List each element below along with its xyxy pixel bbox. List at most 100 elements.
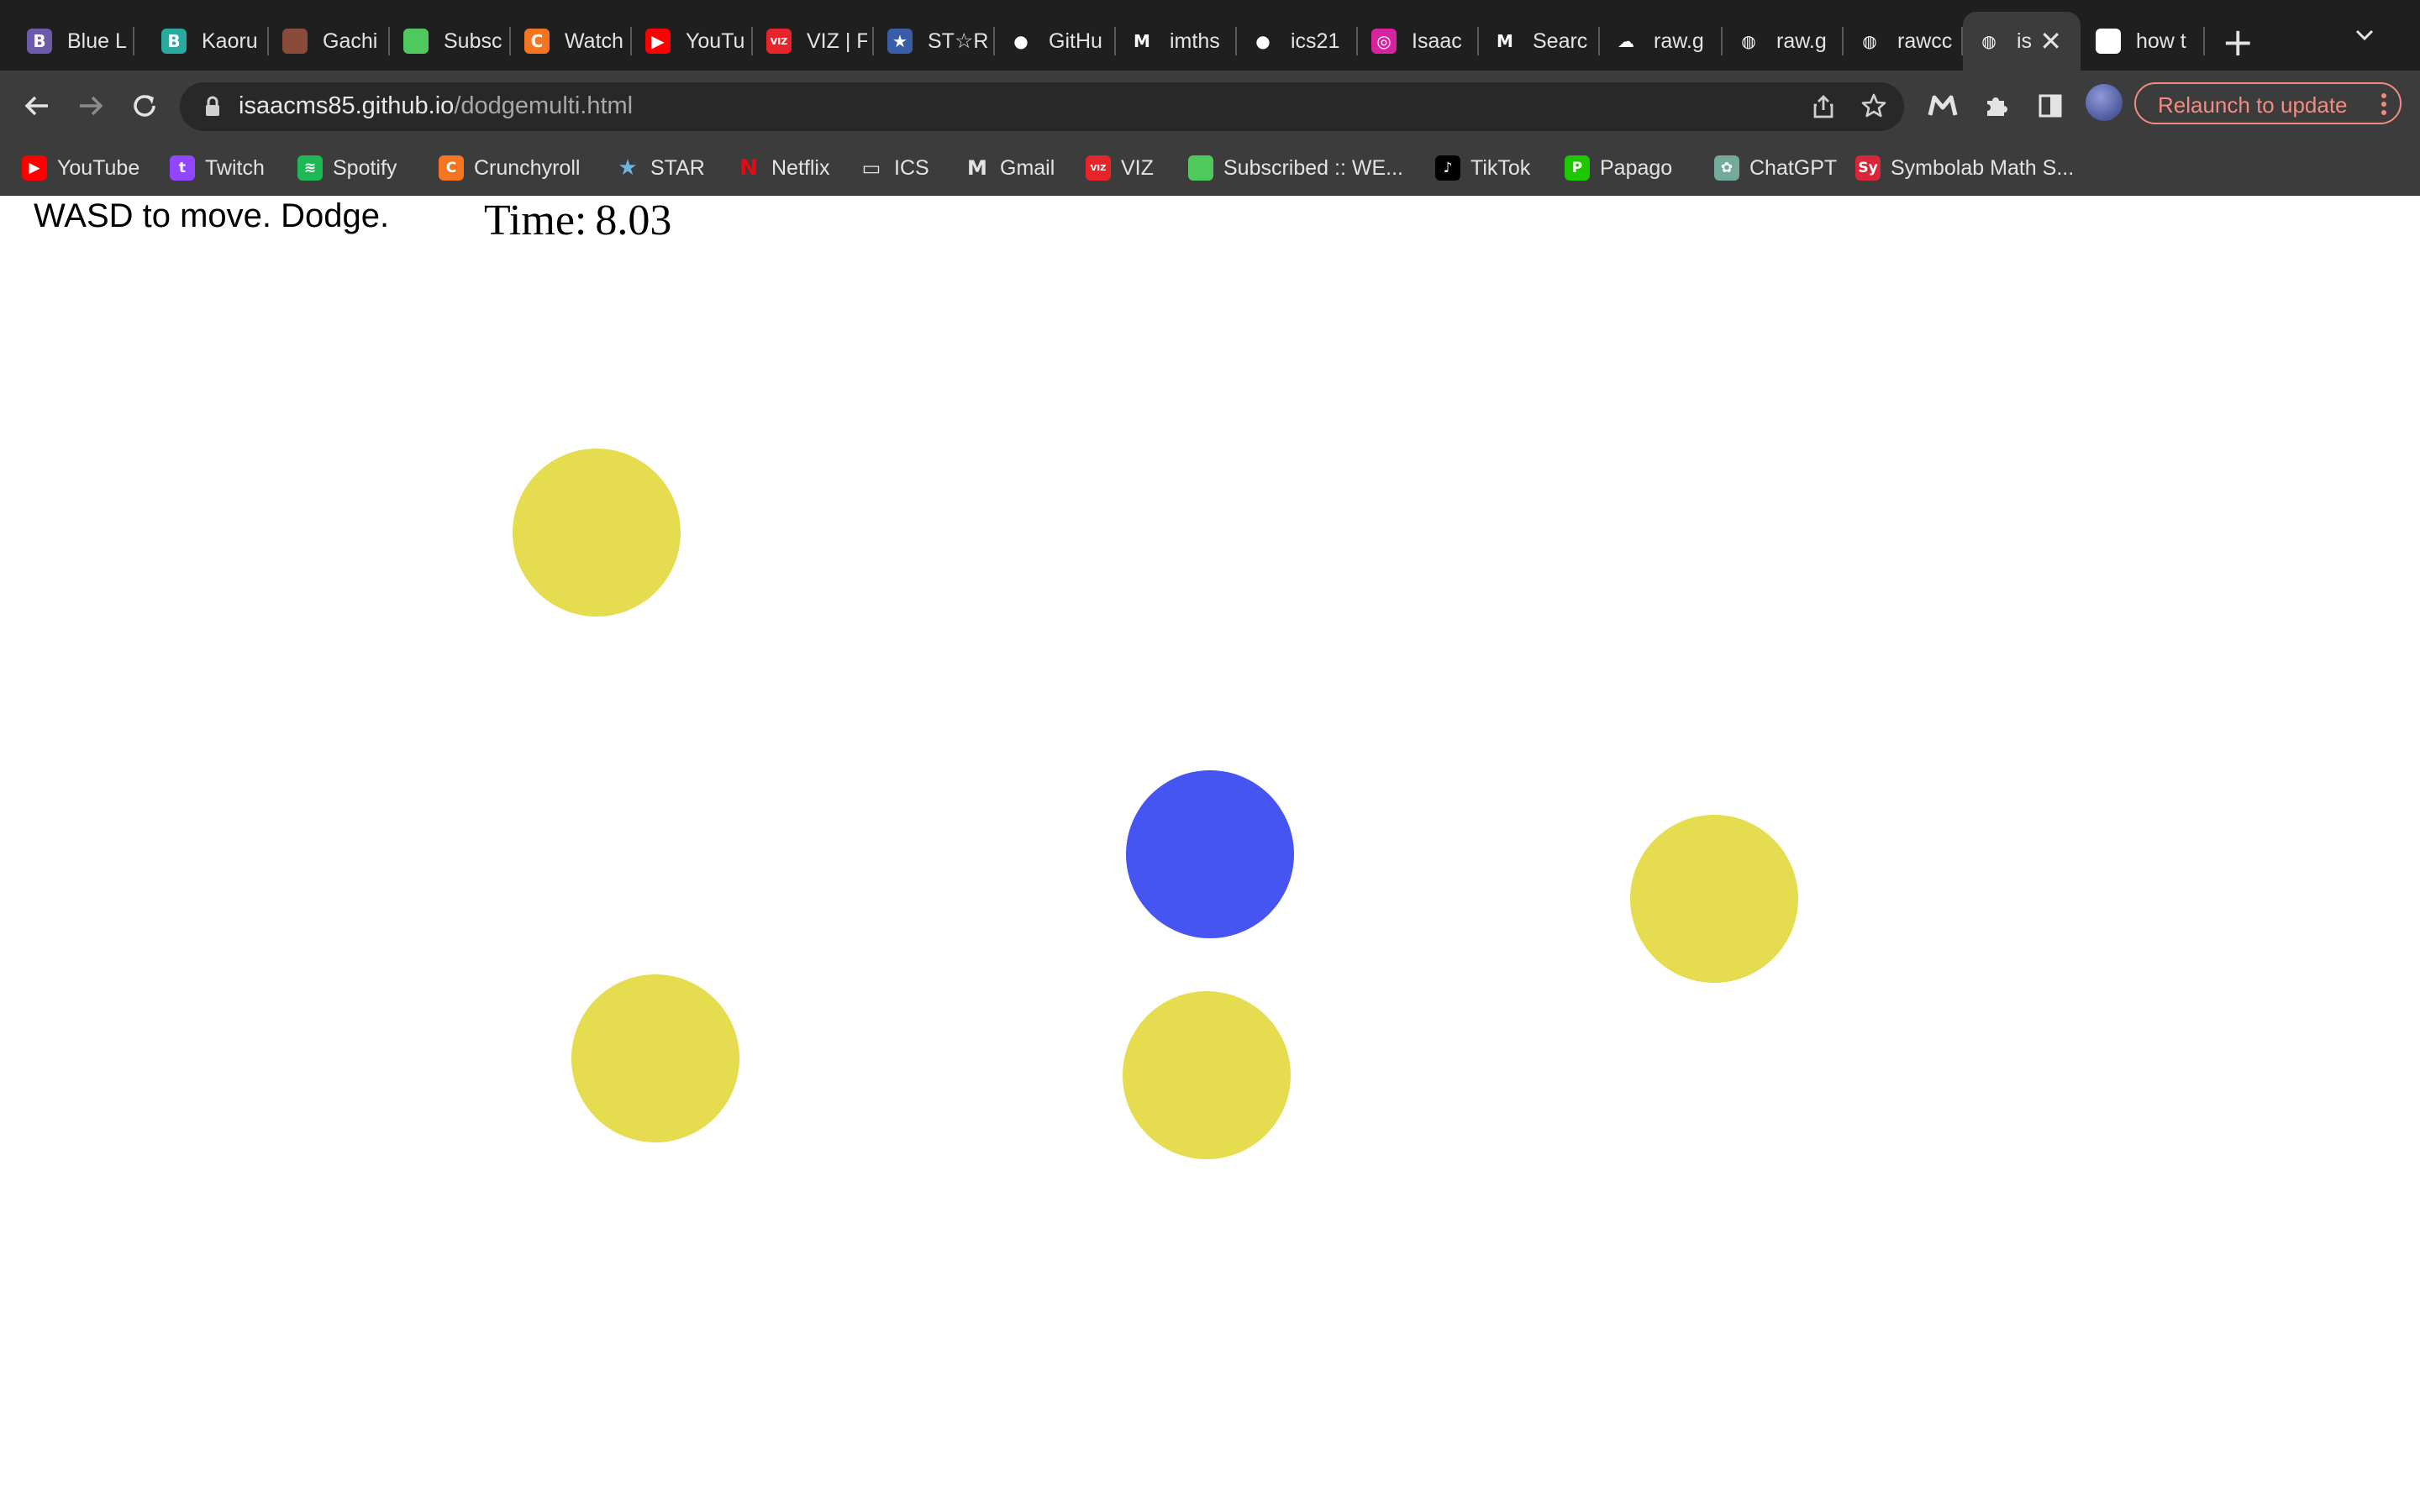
browser-toolbar: isaacms85.github.io/dodgemulti.html — [0, 71, 2420, 141]
globe-icon: ◍ — [1736, 29, 1761, 54]
browser-tab[interactable]: M Searc — [1479, 12, 1600, 71]
crunchyroll-icon: C — [524, 29, 550, 54]
bookmark-label: Netflix — [771, 155, 830, 180]
bookmark-item[interactable]: N Netflix — [736, 153, 829, 183]
address-bar[interactable]: isaacms85.github.io/dodgemulti.html — [180, 82, 1904, 131]
bookmark-item[interactable]: t Twitch — [170, 153, 265, 183]
browser-tab[interactable]: ◍ raw.g — [1723, 12, 1844, 71]
browser-tab[interactable]: Ghow t — [2082, 12, 2205, 71]
bookmark-item[interactable]: C Crunchyroll — [439, 153, 580, 183]
browser-tab[interactable]: Gachi — [269, 12, 390, 71]
tab-strip: + B Blue L B Kaoru Gachi Subsc C Watch ▶ YouTu VIZ… — [0, 0, 2420, 71]
url-path: /dodgemulti.html — [454, 92, 634, 119]
bookmark-item[interactable]: Sy Symbolab Math S... — [1855, 153, 2074, 183]
close-tab-icon[interactable]: ✕ — [2039, 25, 2062, 57]
chatgpt-icon: ✿ — [1714, 155, 1739, 181]
bookmark-item[interactable]: ▶ YouTube — [22, 153, 139, 183]
bookmark-item[interactable]: Subscribed :: WE... — [1188, 153, 1403, 183]
browser-tab[interactable]: ★ ST☆R — [874, 12, 995, 71]
bookmark-item[interactable]: ▭ ICS — [859, 153, 929, 183]
tab-title: Watch — [565, 29, 623, 53]
browser-tab[interactable]: C Watch — [511, 12, 632, 71]
tab-title: Kaoru — [202, 29, 258, 53]
browser-tab[interactable]: ● GitHu — [995, 12, 1116, 71]
youtube-icon: ▶ — [22, 155, 47, 181]
browser-tab[interactable]: B Kaoru — [148, 12, 269, 71]
spotify-icon: ≋ — [297, 155, 323, 181]
forward-button[interactable] — [72, 87, 109, 124]
google-icon: G — [2096, 29, 2121, 54]
side-panel-icon[interactable] — [2032, 87, 2069, 124]
gmail-icon: M — [1492, 29, 1518, 54]
bookmark-item[interactable]: ★ STAR — [615, 153, 705, 183]
tab-title: YouTu — [686, 29, 745, 53]
tab-title: Subsc — [444, 29, 502, 53]
bookmark-label: ICS — [894, 155, 929, 180]
enemy-ball — [571, 974, 739, 1142]
blue-lock-icon: B — [27, 29, 52, 54]
github-icon: ● — [1250, 29, 1276, 54]
kebab-menu-icon[interactable] — [2380, 91, 2388, 122]
browser-tab[interactable]: ◍ is ✕ — [1963, 12, 2081, 71]
bookmark-item[interactable]: M Gmail — [965, 153, 1055, 183]
extensions-puzzle-icon[interactable] — [1978, 87, 2015, 124]
new-tab-button[interactable]: + — [2222, 17, 2254, 67]
reload-button[interactable] — [126, 87, 163, 124]
tab-title: Gachi — [323, 29, 378, 53]
gachi-thumbnail-icon — [282, 29, 308, 54]
bookmark-label: TikTok — [1470, 155, 1531, 180]
bookmark-label: Spotify — [333, 155, 397, 180]
instagram-icon: ◎ — [1371, 29, 1397, 54]
bookmark-label: Gmail — [1000, 155, 1055, 180]
back-arrow-icon — [24, 96, 48, 116]
browser-tab[interactable]: ● ics21 — [1237, 12, 1358, 71]
back-button[interactable] — [18, 87, 55, 124]
browser-tab[interactable]: Subsc — [390, 12, 511, 71]
viz-icon: VIZ — [766, 29, 792, 54]
bookmarks-bar: ▶ YouTube t Twitch ≋ Spotify C Crunchyroll ★ STAR… — [0, 141, 2420, 196]
relaunch-to-update-button[interactable]: Relaunch to update — [2134, 82, 2402, 124]
github-icon: ● — [1008, 29, 1034, 54]
bookmark-label: Subscribed :: WE... — [1223, 155, 1403, 180]
bookmark-item[interactable]: ≋ Spotify — [297, 153, 397, 183]
webtoon-icon — [1188, 155, 1213, 181]
mailbird-extension-icon[interactable] — [1924, 87, 1961, 124]
bookmark-label: Symbolab Math S... — [1891, 155, 2075, 180]
share-icon[interactable] — [1812, 94, 1835, 123]
crunchyroll-icon: C — [439, 155, 464, 181]
profile-avatar[interactable] — [2086, 84, 2123, 121]
folder-icon: ▭ — [859, 155, 884, 181]
browser-tab[interactable]: ▶ YouTu — [632, 12, 753, 71]
youtube-icon: ▶ — [645, 29, 671, 54]
lock-icon[interactable] — [203, 96, 222, 122]
tab-title: VIZ | F — [807, 29, 867, 53]
bookmark-item[interactable]: VIZ VIZ — [1086, 153, 1154, 183]
bookmark-label: Crunchyroll — [474, 155, 581, 180]
cloud-icon: ☁ — [1613, 29, 1639, 54]
player-ball — [1126, 770, 1294, 938]
gmail-icon: M — [965, 155, 990, 181]
enemy-ball — [1123, 991, 1291, 1159]
tab-search-chevron-icon[interactable] — [2353, 24, 2376, 51]
browser-tab[interactable]: ◎ Isaac — [1358, 12, 1479, 71]
browser-tab[interactable]: B Blue L — [13, 12, 134, 71]
tab-title: GitHu — [1049, 29, 1102, 53]
bookmark-star-icon[interactable] — [1860, 92, 1887, 123]
timer-label: Time: — [484, 197, 587, 244]
tab-title: raw.g — [1654, 29, 1704, 53]
game-page[interactable]: WASD to move. Dodge. Time: 8.03 — [0, 196, 2420, 1512]
tab-title: is — [2017, 29, 2033, 53]
star-site-icon: ★ — [887, 29, 913, 54]
globe-icon: ◍ — [1976, 29, 2002, 54]
bookmark-item[interactable]: ♪ TikTok — [1435, 153, 1530, 183]
browser-tab[interactable]: ◍ rawcc — [1844, 12, 1963, 71]
tab-title: ST☆R — [928, 29, 988, 53]
url-text[interactable]: isaacms85.github.io/dodgemulti.html — [239, 92, 633, 120]
bookmark-item[interactable]: ✿ ChatGPT — [1714, 153, 1837, 183]
bookmark-item[interactable]: P Papago — [1565, 153, 1672, 183]
tab-title: imths — [1170, 29, 1220, 53]
browser-tab[interactable]: ☁ raw.g — [1600, 12, 1723, 71]
tab-title: raw.g — [1776, 29, 1827, 53]
browser-tab[interactable]: VIZ VIZ | F — [753, 12, 874, 71]
browser-tab[interactable]: Mimths — [1116, 12, 1237, 71]
